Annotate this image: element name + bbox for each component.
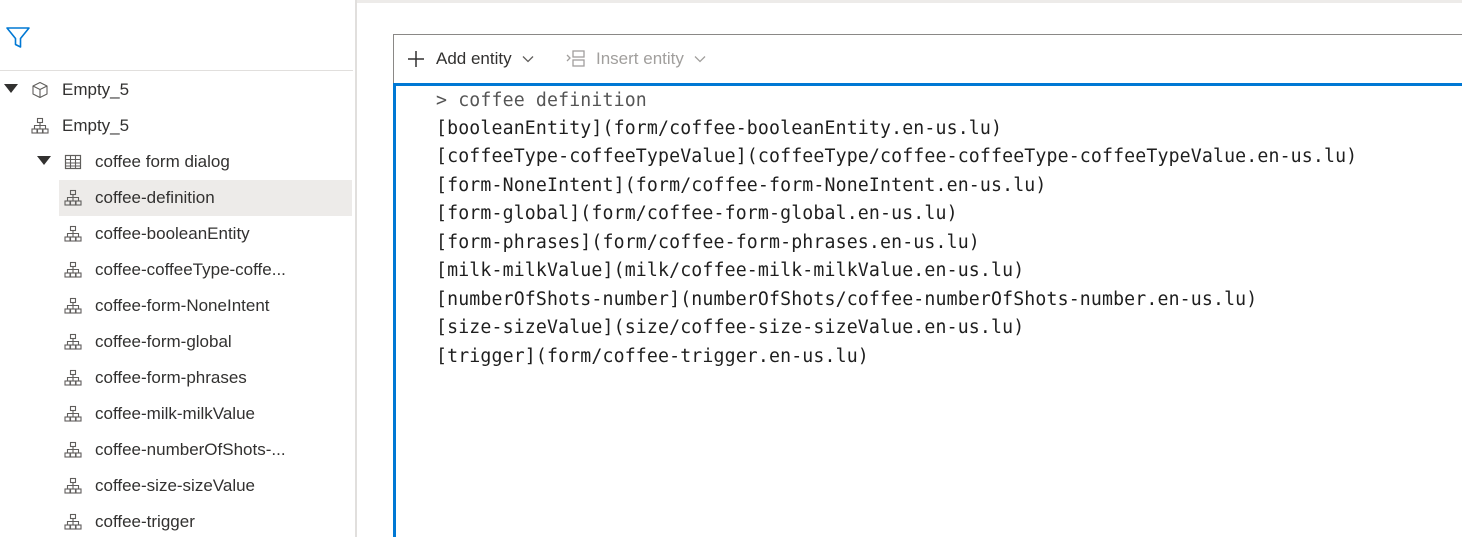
dialog-tree: Empty_5 Empty_5coffee form dialog coffee-d…	[0, 72, 353, 537]
hierarchy-icon	[64, 369, 82, 387]
code-line: [booleanEntity](form/coffee-booleanEntit…	[436, 117, 1003, 139]
top-border	[357, 0, 1462, 3]
tree-item[interactable]: Empty_5	[0, 72, 353, 108]
add-entity-label: Add entity	[436, 49, 512, 68]
tree-item[interactable]: coffee-form-global	[0, 324, 353, 360]
tree-item[interactable]: coffee-form-NoneIntent	[0, 288, 353, 324]
app-root: Empty_5 Empty_5coffee form dialog coffee-d…	[0, 0, 1462, 537]
editor-toolbar: Add entity Insert entity	[394, 35, 1462, 83]
tree-item-label: coffee-booleanEntity	[95, 224, 250, 243]
tree-item-label: coffee-trigger	[95, 512, 195, 531]
code-line: [coffeeType-coffeeTypeValue](coffeeType/…	[436, 146, 1358, 167]
hierarchy-icon	[64, 297, 82, 315]
tree-item-label: Empty_5	[62, 80, 130, 99]
insert-entity-button[interactable]: Insert entity	[566, 47, 706, 71]
filter-divider	[0, 70, 353, 71]
navigation-panel: Empty_5 Empty_5coffee form dialog coffee-d…	[0, 0, 355, 537]
hierarchy-icon	[31, 117, 49, 135]
hierarchy-icon	[64, 189, 82, 207]
caret-down-icon[interactable]	[37, 156, 51, 165]
code-line: [milk-milkValue](milk/coffee-milk-milkVa…	[436, 260, 1025, 281]
hierarchy-icon	[64, 225, 82, 243]
filter-icon	[6, 27, 30, 48]
tree-item[interactable]: coffee-definition	[0, 180, 353, 216]
tree-item-label: coffee form dialog	[95, 152, 230, 171]
hierarchy-icon	[64, 405, 82, 423]
tree-item[interactable]: coffee-numberOfShots-...	[0, 432, 353, 468]
tree-item[interactable]: coffee form dialog	[0, 144, 353, 180]
hierarchy-icon	[64, 261, 82, 279]
tree-item-label: coffee-coffeeType-coffe...	[95, 260, 286, 279]
add-entity-button[interactable]: Add entity	[406, 47, 534, 71]
tree-item[interactable]: coffee-form-phrases	[0, 360, 353, 396]
tree-item[interactable]: Empty_5	[0, 108, 353, 144]
table-icon	[64, 153, 82, 171]
hierarchy-icon	[64, 441, 82, 459]
lu-code-editor[interactable]: > coffee definition [booleanEntity](form/…	[396, 86, 1462, 537]
hierarchy-icon	[64, 477, 82, 495]
tree-item-label: coffee-definition	[95, 188, 215, 207]
chevron-down-icon	[522, 56, 534, 63]
code-line: [form-NoneIntent](form/coffee-form-NoneI…	[436, 174, 1047, 196]
caret-down-icon[interactable]	[4, 84, 18, 93]
panel-divider[interactable]	[355, 0, 357, 537]
chevron-down-icon	[694, 56, 706, 63]
hierarchy-icon	[64, 333, 82, 351]
filter-button[interactable]	[4, 24, 32, 52]
tree-item-label: coffee-form-NoneIntent	[95, 296, 270, 315]
tree-item[interactable]: coffee-milk-milkValue	[0, 396, 353, 432]
insert-entity-icon	[566, 50, 585, 67]
code-line: [trigger](form/coffee-trigger.en-us.lu)	[436, 345, 869, 367]
tree-item-label: coffee-form-phrases	[95, 368, 247, 387]
cube-icon	[31, 81, 49, 99]
code-line: [size-sizeValue](size/coffee-size-sizeVa…	[436, 317, 1025, 338]
tree-item-label: coffee-form-global	[95, 332, 232, 351]
code-line: [form-phrases](form/coffee-form-phrases.…	[436, 231, 980, 253]
tree-item[interactable]: coffee-size-sizeValue	[0, 468, 353, 504]
tree-item-label: coffee-milk-milkValue	[95, 404, 255, 423]
code-comment-line: > coffee definition	[436, 90, 647, 111]
tree-item[interactable]: coffee-trigger	[0, 504, 353, 537]
code-line: [numberOfShots-number](numberOfShots/cof…	[436, 288, 1258, 310]
hierarchy-icon	[64, 513, 82, 531]
code-line: [form-global](form/coffee-form-global.en…	[436, 203, 958, 224]
plus-icon	[408, 51, 424, 67]
tree-item[interactable]: coffee-booleanEntity	[0, 216, 353, 252]
tree-item[interactable]: coffee-coffeeType-coffe...	[0, 252, 353, 288]
tree-item-label: Empty_5	[62, 116, 130, 135]
tree-item-label: coffee-numberOfShots-...	[95, 440, 286, 459]
tree-item-label: coffee-size-sizeValue	[95, 476, 256, 495]
insert-entity-label: Insert entity	[596, 49, 684, 68]
